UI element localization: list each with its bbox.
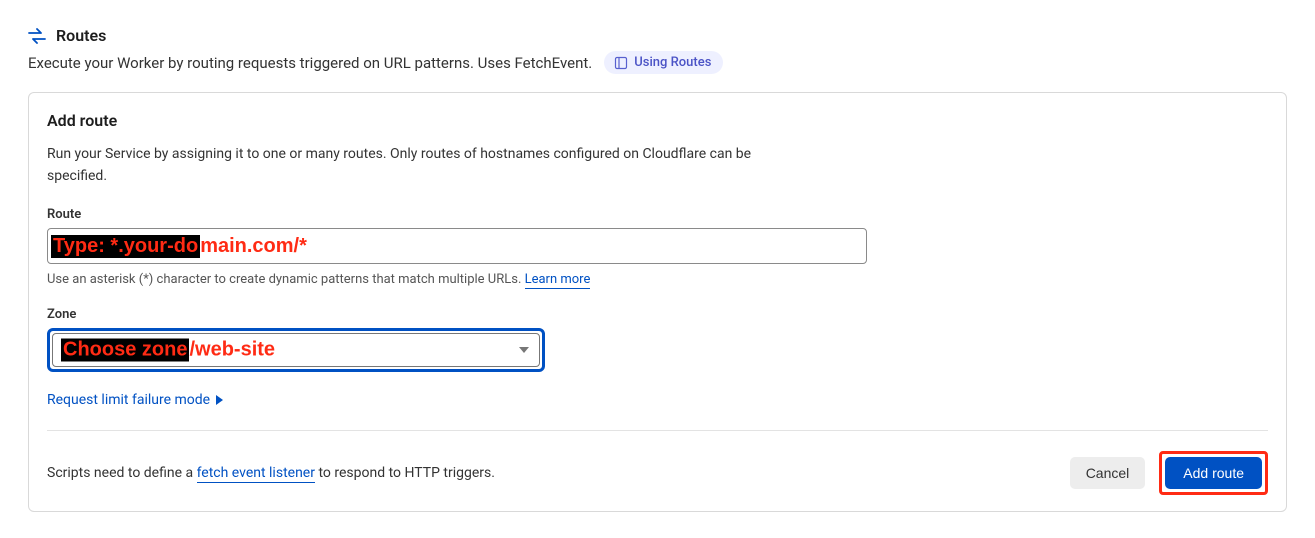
section-title: Routes — [56, 26, 106, 45]
add-route-highlight-ring: Add route — [1159, 451, 1268, 495]
chevron-down-icon — [519, 347, 529, 353]
section-description: Execute your Worker by routing requests … — [28, 54, 592, 72]
footer-text-after: to respond to HTTP triggers. — [315, 465, 495, 481]
fetch-event-listener-link[interactable]: fetch event listener — [197, 465, 315, 483]
add-route-card: Add route Run your Service by assigning … — [28, 92, 1287, 512]
zone-overlay-annotation: Choose zone/web-site — [61, 339, 275, 362]
book-icon — [614, 56, 628, 70]
zone-label: Zone — [47, 307, 1268, 322]
request-limit-label: Request limit failure mode — [47, 392, 210, 408]
add-route-button[interactable]: Add route — [1165, 457, 1262, 489]
route-helper-text: Use an asterisk (*) character to create … — [47, 272, 525, 287]
divider — [47, 430, 1268, 431]
zone-overlay-trail: /web-site — [189, 339, 275, 362]
footer-text: Scripts need to define a fetch event lis… — [47, 465, 495, 481]
using-routes-pill[interactable]: Using Routes — [604, 51, 723, 74]
cancel-button[interactable]: Cancel — [1070, 457, 1146, 489]
using-routes-label: Using Routes — [634, 55, 711, 70]
zone-overlay-highlight: Choose zone — [61, 339, 189, 362]
learn-more-link[interactable]: Learn more — [525, 272, 591, 289]
chevron-right-icon — [216, 395, 223, 405]
zone-select[interactable]: Choose zone/web-site — [52, 333, 540, 367]
card-description: Run your Service by assigning it to one … — [47, 144, 807, 187]
card-title: Add route — [47, 111, 1268, 130]
request-limit-toggle[interactable]: Request limit failure mode — [47, 392, 223, 408]
swap-horizontal-icon — [28, 28, 46, 44]
route-input[interactable] — [47, 228, 867, 264]
footer-text-before: Scripts need to define a — [47, 465, 197, 481]
route-label: Route — [47, 207, 1268, 222]
